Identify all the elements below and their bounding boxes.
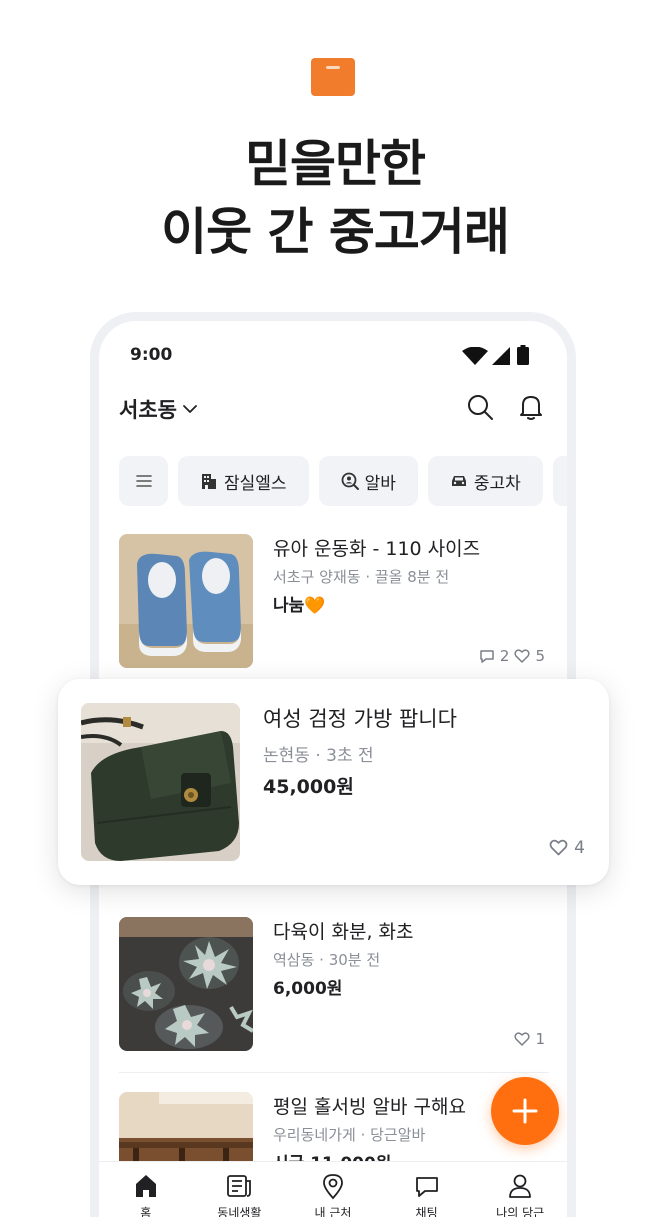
tab-label: 채팅	[415, 1206, 438, 1217]
chip-apartment[interactable]: 잠실엘스	[178, 456, 309, 506]
chip-label: 알바	[364, 473, 396, 494]
chip-real-estate[interactable]	[552, 456, 576, 506]
status-icons	[462, 345, 542, 367]
chat-count: 2	[499, 647, 510, 665]
building-icon	[202, 474, 216, 489]
item-thumbnail	[119, 534, 253, 668]
chip-menu[interactable]	[119, 456, 168, 506]
headline-line-2: 이웃 간 중고거래	[161, 203, 510, 261]
signal-icon	[492, 347, 510, 365]
item-title: 평일 홀서빙 알바 구해요	[273, 1096, 466, 1118]
bottom-tab-bar: 홈 동네생활 내 근처 채팅 나의 당근	[99, 1161, 567, 1217]
write-post-button[interactable]	[491, 1077, 559, 1145]
item-price: 45,000원	[263, 776, 354, 798]
heart-icon	[514, 1032, 531, 1046]
item-meta: 논현동 · 3초 전	[263, 746, 374, 766]
map-pin-icon	[323, 1174, 343, 1200]
tab-chat[interactable]: 채팅	[380, 1162, 474, 1217]
list-divider	[119, 1072, 549, 1073]
chevron-down-icon	[183, 405, 197, 413]
status-time: 9:00	[130, 345, 173, 365]
tab-nearby[interactable]: 내 근처	[286, 1162, 380, 1217]
chip-job[interactable]: 알바	[318, 456, 418, 506]
search-person-icon	[341, 472, 359, 490]
tab-label: 동네생활	[217, 1206, 262, 1217]
like-count: 5	[535, 647, 545, 665]
location-label: 서초동	[119, 398, 177, 422]
headline-line-1: 믿을만한	[245, 135, 426, 193]
location-selector[interactable]: 서초동	[119, 394, 199, 424]
home-icon	[135, 1175, 156, 1197]
item-meta: 서초구 양재동 · 끌올 8분 전	[273, 568, 450, 586]
item-counts: 2 5	[478, 647, 545, 665]
plus-icon	[512, 1098, 538, 1124]
heart-icon	[549, 839, 568, 856]
category-chips: 잠실엘스 알바 중고차	[119, 456, 576, 506]
chip-car[interactable]: 중고차	[427, 456, 543, 506]
featured-item-card[interactable]: 여성 검정 가방 팝니다 논현동 · 3초 전 45,000원 4	[58, 679, 609, 885]
brand-logo-icon	[311, 58, 355, 96]
tab-label: 나의 당근	[496, 1206, 545, 1217]
list-item[interactable]: 평일 홀서빙 알바 구해요 우리동네가게 · 당근알바 시급 11,000원	[119, 1092, 549, 1217]
item-title: 다육이 화분, 화초	[273, 921, 414, 943]
menu-icon	[135, 475, 152, 487]
chip-label: 중고차	[473, 473, 521, 494]
tab-community[interactable]: 동네생활	[193, 1162, 287, 1217]
newspaper-icon	[227, 1175, 252, 1197]
item-thumbnail	[81, 703, 240, 861]
item-meta: 우리동네가게 · 당근알바	[273, 1126, 426, 1144]
list-item[interactable]: 다육이 화분, 화초 역삼동 · 30분 전 6,000원 1	[119, 917, 549, 1067]
item-counts: 1	[513, 1030, 545, 1048]
chat-icon	[480, 650, 494, 663]
item-price: 나눔🧡	[273, 596, 326, 616]
bell-icon[interactable]	[517, 393, 545, 421]
tab-label: 내 근처	[314, 1206, 352, 1217]
house-icon	[575, 472, 576, 490]
chip-label: 잠실엘스	[224, 473, 287, 494]
battery-icon	[517, 345, 529, 365]
item-price: 6,000원	[273, 979, 343, 999]
car-icon	[451, 476, 466, 486]
tab-home[interactable]: 홈	[99, 1162, 193, 1217]
person-icon	[509, 1174, 532, 1198]
search-icon[interactable]	[466, 393, 494, 421]
item-counts: 4	[548, 837, 585, 858]
wifi-icon	[462, 347, 488, 365]
chat-icon	[415, 1177, 438, 1197]
list-item[interactable]: 유아 운동화 - 110 사이즈 서초구 양재동 · 끌올 8분 전 나눔🧡 2…	[119, 534, 549, 684]
item-title: 유아 운동화 - 110 사이즈	[273, 538, 481, 560]
tab-label: 홈	[140, 1206, 152, 1217]
like-count: 1	[535, 1030, 545, 1048]
like-count: 4	[574, 837, 585, 858]
item-title: 여성 검정 가방 팝니다	[263, 707, 457, 731]
heart-icon	[514, 649, 531, 663]
tab-my[interactable]: 나의 당근	[473, 1162, 567, 1217]
item-thumbnail	[119, 917, 253, 1051]
item-meta: 역삼동 · 30분 전	[273, 951, 381, 969]
